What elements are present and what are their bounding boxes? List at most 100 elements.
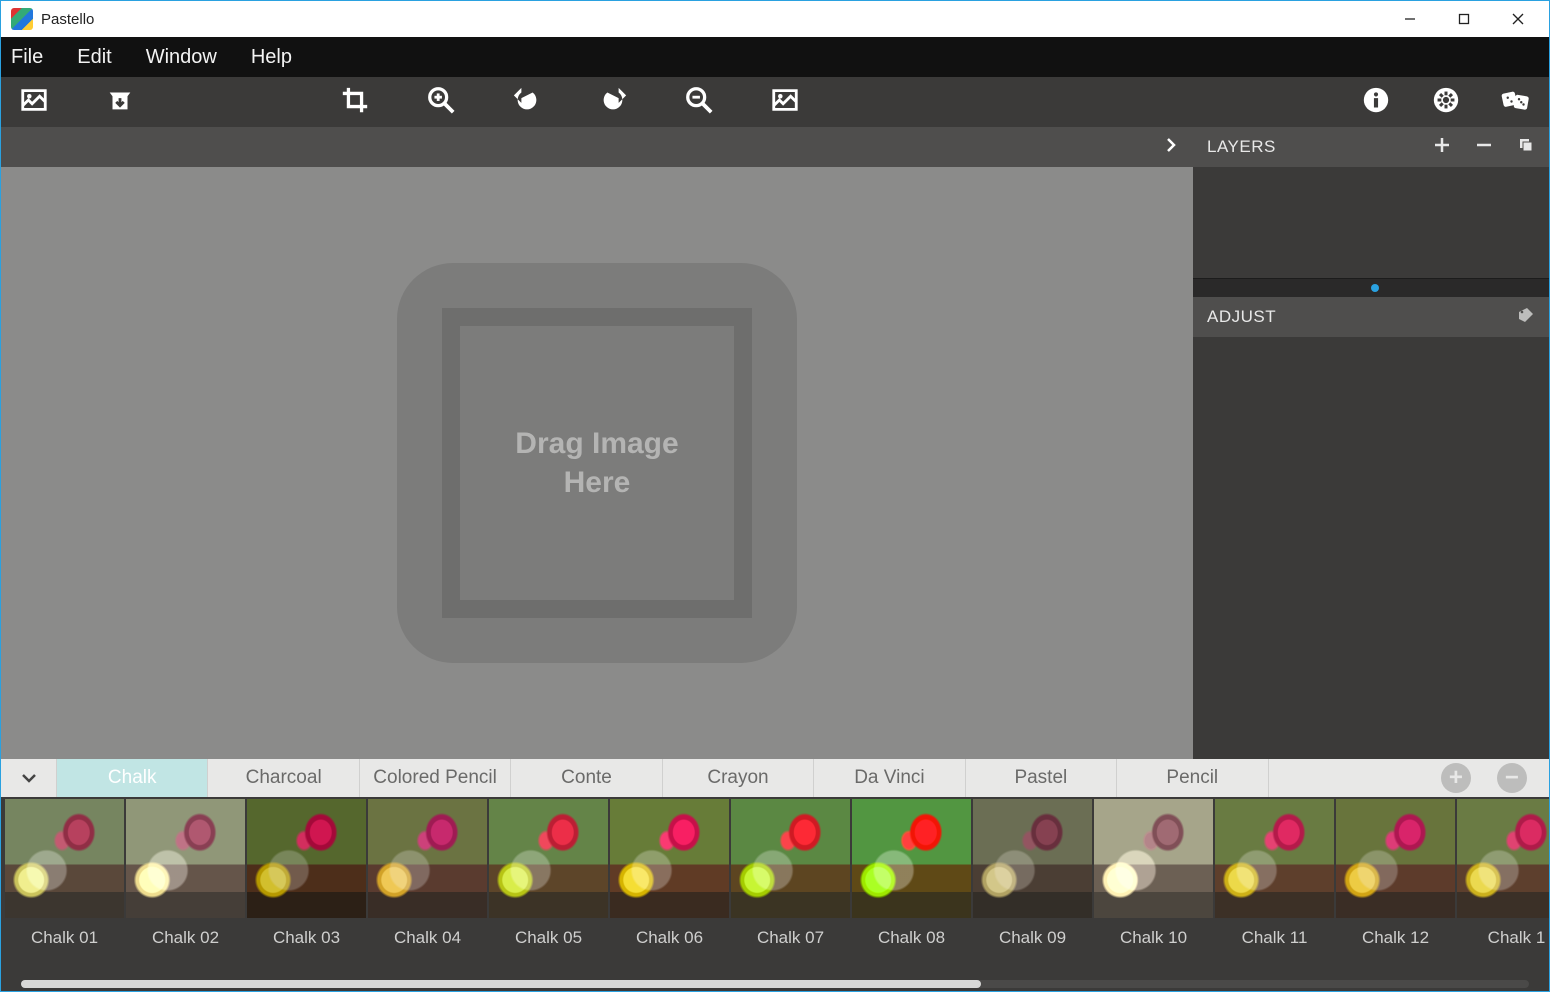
preset-thumb-label: Chalk 10 [1094, 918, 1213, 958]
preset-thumb[interactable]: Chalk 11 [1215, 799, 1334, 977]
thumbnail-strip[interactable]: Chalk 01 Chalk 02 Chalk 03 Chalk 04 Chal… [1, 797, 1549, 977]
preset-thumb[interactable]: Chalk 01 [5, 799, 124, 977]
preset-thumb-label: Chalk 05 [489, 918, 608, 958]
fit-screen-icon[interactable] [770, 85, 800, 120]
drop-target-inner: Drag Image Here [442, 308, 752, 618]
preset-thumb-label: Chalk 08 [852, 918, 971, 958]
tab-da-vinci[interactable]: Da Vinci [814, 759, 965, 797]
drop-text-line1: Drag Image [515, 424, 678, 463]
bottom-panel: Chalk Charcoal Colored Pencil Conte Cray… [1, 759, 1549, 991]
preset-thumb-label: Chalk 12 [1336, 918, 1455, 958]
info-icon[interactable] [1361, 85, 1391, 120]
preset-thumb[interactable]: Chalk 1 [1457, 799, 1549, 977]
tab-crayon[interactable]: Crayon [663, 759, 814, 797]
tab-pencil[interactable]: Pencil [1117, 759, 1268, 797]
crop-icon[interactable] [340, 85, 370, 120]
open-image-icon[interactable] [19, 85, 49, 120]
preset-thumb[interactable]: Chalk 10 [1094, 799, 1213, 977]
canvas-header [1, 127, 1193, 167]
preset-thumb-label: Chalk 11 [1215, 918, 1334, 958]
layers-panel-header: LAYERS [1193, 127, 1549, 167]
redo-icon[interactable] [598, 85, 628, 120]
tab-colored-pencil[interactable]: Colored Pencil [360, 759, 511, 797]
canvas-body[interactable]: Drag Image Here [1, 167, 1193, 759]
save-icon[interactable] [105, 85, 135, 120]
preset-thumb-image [5, 799, 124, 918]
preset-thumb-image [126, 799, 245, 918]
layers-slider[interactable] [1193, 279, 1549, 297]
layers-body [1193, 167, 1549, 279]
thumbnail-scrollbar[interactable] [1, 977, 1549, 991]
adjust-body [1193, 337, 1549, 759]
preset-thumb-image [368, 799, 487, 918]
settings-icon[interactable] [1431, 85, 1461, 120]
menu-file[interactable]: File [11, 46, 43, 69]
adjust-tag-icon[interactable] [1517, 306, 1535, 329]
preset-thumb-label: Chalk 09 [973, 918, 1092, 958]
zoom-out-icon[interactable] [684, 85, 714, 120]
thumb-zoom-in-button[interactable]: + [1441, 763, 1471, 793]
titlebar: Pastello [1, 1, 1549, 37]
adjust-panel-header: ADJUST [1193, 297, 1549, 337]
tab-pastel[interactable]: Pastel [966, 759, 1117, 797]
preset-tabs: Chalk Charcoal Colored Pencil Conte Cray… [1, 759, 1549, 797]
undo-icon[interactable] [512, 85, 542, 120]
preset-thumb-label: Chalk 02 [126, 918, 245, 958]
right-panel: LAYERS ADJUST [1193, 127, 1549, 759]
preset-thumb[interactable]: Chalk 05 [489, 799, 608, 977]
add-layer-icon[interactable] [1433, 136, 1451, 159]
app-title: Pastello [41, 11, 94, 28]
preset-thumb-image [247, 799, 366, 918]
maximize-button[interactable] [1437, 1, 1491, 37]
remove-layer-icon[interactable] [1475, 136, 1493, 159]
close-button[interactable] [1491, 1, 1545, 37]
minimize-button[interactable] [1383, 1, 1437, 37]
preset-thumb-label: Chalk 03 [247, 918, 366, 958]
menubar: File Edit Window Help [1, 37, 1549, 77]
tab-chalk[interactable]: Chalk [57, 759, 208, 797]
preset-thumb-image [489, 799, 608, 918]
menu-help[interactable]: Help [251, 46, 292, 69]
adjust-title: ADJUST [1207, 307, 1276, 327]
preset-thumb-label: Chalk 06 [610, 918, 729, 958]
preset-thumb-label: Chalk 01 [5, 918, 124, 958]
drop-target[interactable]: Drag Image Here [397, 263, 797, 663]
preset-thumb-image [973, 799, 1092, 918]
tab-charcoal[interactable]: Charcoal [208, 759, 359, 797]
dice-icon[interactable] [1501, 85, 1531, 120]
zoom-in-icon[interactable] [426, 85, 456, 120]
drop-text-line2: Here [564, 463, 631, 502]
window-controls [1383, 1, 1545, 37]
preset-thumb[interactable]: Chalk 09 [973, 799, 1092, 977]
menu-window[interactable]: Window [146, 46, 217, 69]
app-icon [11, 8, 33, 30]
preset-thumb-image [1094, 799, 1213, 918]
preset-thumb-image [1336, 799, 1455, 918]
canvas-area: Drag Image Here [1, 127, 1193, 759]
preset-thumb-image [1215, 799, 1334, 918]
preset-thumb-image [731, 799, 850, 918]
collapse-panel-icon[interactable] [1163, 137, 1179, 158]
preset-thumb-image [1457, 799, 1549, 918]
toolbar [1, 77, 1549, 127]
preset-thumb-image [610, 799, 729, 918]
main-area: Drag Image Here LAYERS ADJUST [1, 127, 1549, 759]
preset-thumb-image [852, 799, 971, 918]
preset-thumb-label: Chalk 07 [731, 918, 850, 958]
preset-thumb[interactable]: Chalk 08 [852, 799, 971, 977]
duplicate-layer-icon[interactable] [1517, 136, 1535, 159]
preset-thumb[interactable]: Chalk 02 [126, 799, 245, 977]
menu-edit[interactable]: Edit [77, 46, 111, 69]
tab-conte[interactable]: Conte [511, 759, 662, 797]
preset-thumb[interactable]: Chalk 12 [1336, 799, 1455, 977]
preset-thumb[interactable]: Chalk 03 [247, 799, 366, 977]
preset-thumb[interactable]: Chalk 04 [368, 799, 487, 977]
preset-thumb[interactable]: Chalk 06 [610, 799, 729, 977]
thumb-zoom-out-button[interactable]: − [1497, 763, 1527, 793]
thumb-zoom-controls: + − [1419, 759, 1549, 797]
preset-dropdown-button[interactable] [1, 759, 57, 797]
preset-thumb[interactable]: Chalk 07 [731, 799, 850, 977]
preset-thumb-label: Chalk 1 [1457, 918, 1549, 958]
layers-title: LAYERS [1207, 137, 1276, 157]
preset-thumb-label: Chalk 04 [368, 918, 487, 958]
